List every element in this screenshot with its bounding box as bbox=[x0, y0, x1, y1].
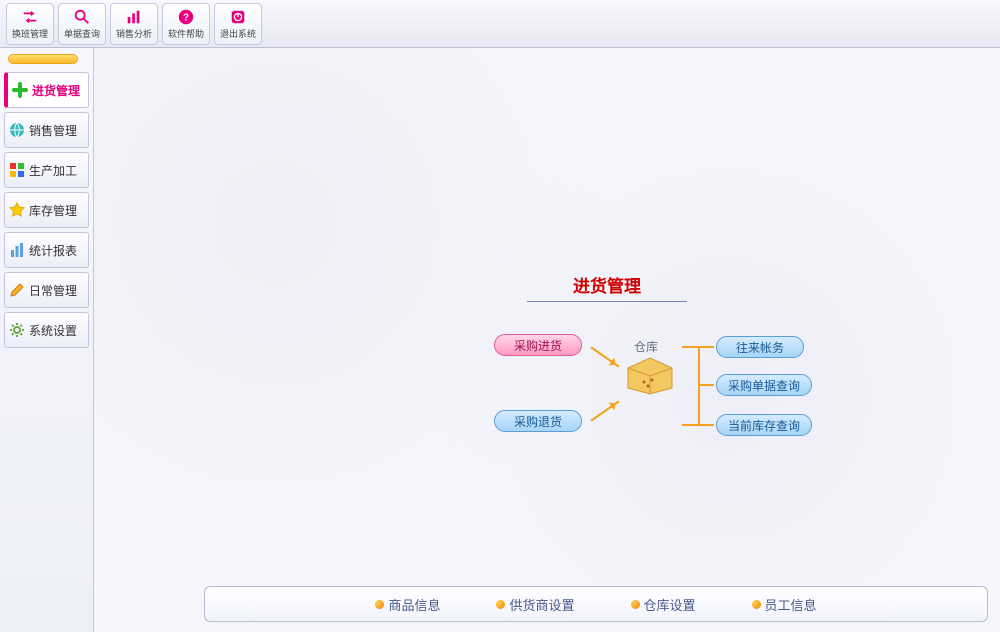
warehouse-icon bbox=[624, 354, 676, 400]
sidebar-item-label: 日常管理 bbox=[29, 282, 77, 299]
supplier-setup-link[interactable]: 供货商设置 bbox=[496, 595, 574, 614]
arrow-icon bbox=[591, 346, 620, 367]
sidebar-item-label: 生产加工 bbox=[29, 162, 77, 179]
arrow-icon bbox=[591, 400, 620, 421]
power-icon bbox=[228, 8, 248, 26]
connector bbox=[700, 424, 714, 426]
sidebar-item-system-settings[interactable]: 系统设置 bbox=[4, 312, 89, 348]
accent-bar bbox=[8, 54, 78, 64]
purchase-in-button[interactable]: 采购进货 bbox=[494, 334, 582, 356]
software-help-button[interactable]: ? 软件帮助 bbox=[162, 3, 210, 45]
blocks-icon bbox=[9, 162, 25, 178]
foot-link-label: 商品信息 bbox=[388, 595, 440, 614]
toolbar-label: 销售分析 bbox=[116, 27, 152, 40]
order-query-button[interactable]: 单据查询 bbox=[58, 3, 106, 45]
diagram-title: 进货管理 bbox=[527, 272, 687, 302]
toolbar-label: 换班管理 bbox=[12, 27, 48, 40]
sidebar-item-label: 库存管理 bbox=[29, 202, 77, 219]
foot-link-label: 仓库设置 bbox=[644, 595, 696, 614]
sidebar-item-purchase-mgmt[interactable]: 进货管理 bbox=[4, 72, 89, 108]
sidebar-item-daily-mgmt[interactable]: 日常管理 bbox=[4, 272, 89, 308]
connector bbox=[700, 384, 714, 386]
sidebar-item-sales-mgmt[interactable]: 销售管理 bbox=[4, 112, 89, 148]
staff-info-link[interactable]: 员工信息 bbox=[752, 595, 817, 614]
foot-link-label: 员工信息 bbox=[765, 595, 817, 614]
gear-icon bbox=[9, 322, 25, 338]
diag-btn-label: 采购进货 bbox=[514, 337, 562, 354]
toolbar-label: 单据查询 bbox=[64, 27, 100, 40]
chart-icon bbox=[9, 242, 25, 258]
warehouse-setup-link[interactable]: 仓库设置 bbox=[631, 595, 696, 614]
sidebar-item-stat-reports[interactable]: 统计报表 bbox=[4, 232, 89, 268]
exit-system-button[interactable]: 退出系统 bbox=[214, 3, 262, 45]
globe-icon bbox=[9, 122, 25, 138]
star-icon bbox=[9, 202, 25, 218]
diag-btn-label: 采购退货 bbox=[514, 413, 562, 430]
stock-query-button[interactable]: 当前库存查询 bbox=[716, 414, 812, 436]
main-content: 进货管理 仓库 采购进货 采购退货 往来帐务 采购单据查询 当前库存查询 商品信… bbox=[94, 48, 1000, 632]
sidebar: 进货管理 销售管理 生产加工 库存管理 统计报表 日常管理 系统设置 bbox=[0, 48, 94, 632]
sidebar-item-production[interactable]: 生产加工 bbox=[4, 152, 89, 188]
foot-link-label: 供货商设置 bbox=[509, 595, 574, 614]
connector bbox=[700, 346, 714, 348]
warehouse-label: 仓库 bbox=[634, 338, 658, 355]
pencil-icon bbox=[9, 282, 25, 298]
svg-text:?: ? bbox=[183, 12, 189, 23]
sidebar-item-label: 进货管理 bbox=[32, 82, 80, 99]
diag-btn-label: 当前库存查询 bbox=[728, 417, 800, 434]
purchase-return-button[interactable]: 采购退货 bbox=[494, 410, 582, 432]
sidebar-item-label: 销售管理 bbox=[29, 122, 77, 139]
sidebar-item-label: 系统设置 bbox=[29, 322, 77, 339]
po-query-button[interactable]: 采购单据查询 bbox=[716, 374, 812, 396]
footer-bar: 商品信息 供货商设置 仓库设置 员工信息 bbox=[204, 586, 988, 622]
sales-analysis-button[interactable]: 销售分析 bbox=[110, 3, 158, 45]
shift-mgmt-button[interactable]: 换班管理 bbox=[6, 3, 54, 45]
product-info-link[interactable]: 商品信息 bbox=[375, 595, 440, 614]
sidebar-item-inventory-mgmt[interactable]: 库存管理 bbox=[4, 192, 89, 228]
bars-icon bbox=[124, 8, 144, 26]
bracket-icon bbox=[682, 346, 700, 426]
toolbar-label: 软件帮助 bbox=[168, 27, 204, 40]
plus-icon bbox=[12, 82, 28, 98]
toolbar-label: 退出系统 bbox=[220, 27, 256, 40]
top-toolbar: 换班管理 单据查询 销售分析 ? 软件帮助 退出系统 bbox=[0, 0, 1000, 48]
sidebar-item-label: 统计报表 bbox=[29, 242, 77, 259]
account-flow-button[interactable]: 往来帐务 bbox=[716, 336, 804, 358]
swap-icon bbox=[20, 8, 40, 26]
search-icon bbox=[72, 8, 92, 26]
diag-btn-label: 采购单据查询 bbox=[728, 377, 800, 394]
diag-btn-label: 往来帐务 bbox=[736, 339, 784, 356]
help-icon: ? bbox=[176, 8, 196, 26]
